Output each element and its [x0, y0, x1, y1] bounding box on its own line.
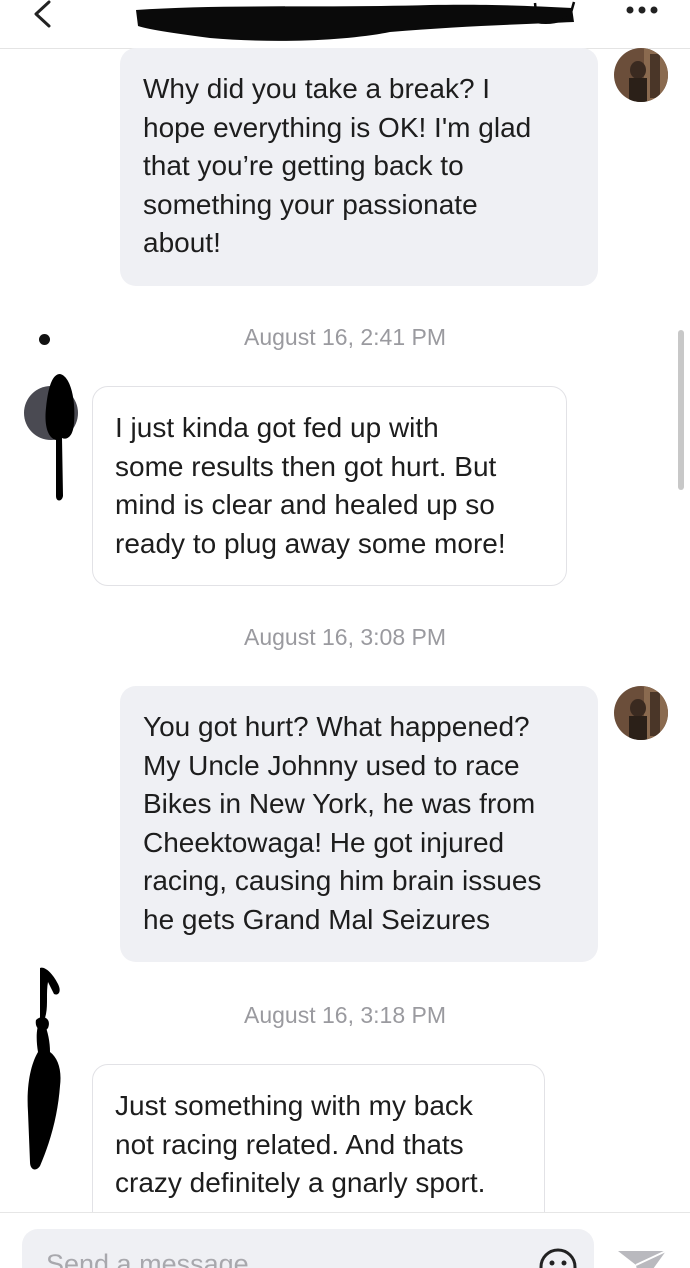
chevron-left-icon: [34, 0, 51, 28]
more-options-button[interactable]: [618, 0, 672, 30]
self-avatar: [614, 686, 668, 740]
message-composer: [0, 1212, 690, 1268]
message-timestamp: August 16, 3:08 PM: [243, 624, 446, 650]
send-button[interactable]: [616, 1247, 668, 1268]
ellipsis-icon: [626, 6, 658, 14]
back-button[interactable]: [22, 0, 62, 40]
chat-header: [0, 0, 690, 49]
message-bubble-sent: You got hurt? What happened? My Uncle Jo…: [120, 686, 598, 962]
message-timestamp: August 16, 3:18 PM: [243, 1002, 446, 1028]
emoji-button[interactable]: [538, 1247, 578, 1268]
avatar-redaction: [45, 374, 75, 501]
emoji-icon: [539, 1248, 577, 1268]
message-bubble-sent: Why did you take a break? I hope everyth…: [120, 48, 598, 286]
avatar-redaction: [27, 967, 61, 1170]
self-avatar: [614, 48, 668, 102]
message-timestamp: August 16, 2:41 PM: [243, 324, 446, 350]
message-input[interactable]: [22, 1229, 594, 1268]
contact-name-redaction: [130, 0, 580, 46]
chat-screen: Why did you take a break? I hope everyth…: [0, 0, 690, 1268]
message-text: You got hurt? What happened? My Uncle Jo…: [143, 711, 542, 935]
message-text: Just something with my back not racing r…: [115, 1090, 486, 1199]
scrollbar[interactable]: [678, 330, 684, 490]
message-text: Why did you take a break? I hope everyth…: [143, 73, 532, 259]
message-bubble-received: I just kinda got fed up with some result…: [92, 386, 567, 586]
send-icon: [618, 1250, 667, 1268]
message-text: I just kinda got fed up with some result…: [115, 412, 506, 559]
